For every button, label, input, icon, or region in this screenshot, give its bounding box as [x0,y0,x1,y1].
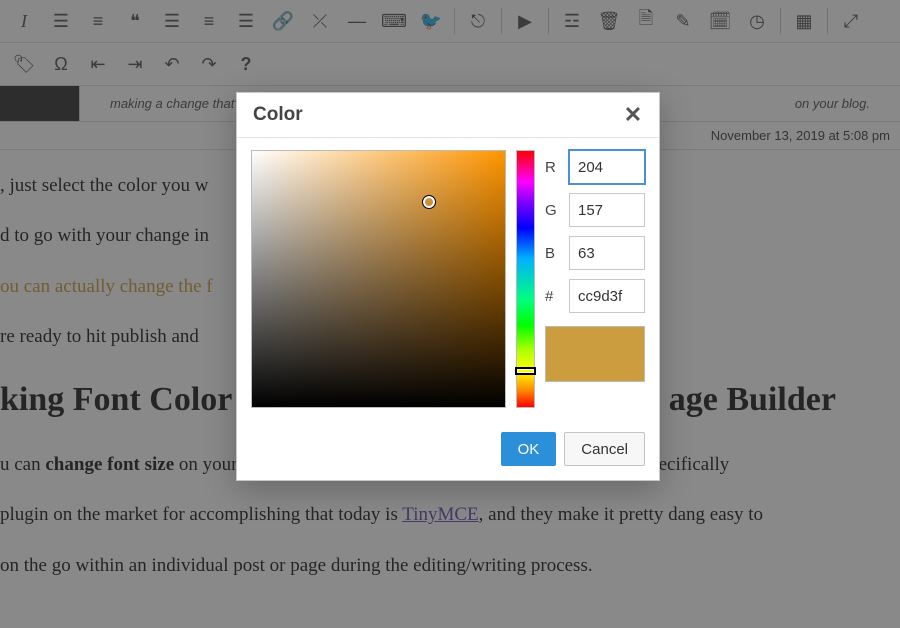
hex-input[interactable] [569,279,645,313]
g-input[interactable] [569,193,645,227]
hue-slider[interactable] [516,150,535,408]
ok-button[interactable]: OK [501,432,557,466]
g-label: G [545,202,561,219]
sv-cursor[interactable] [423,196,435,208]
r-input[interactable] [569,150,645,184]
saturation-value-panel[interactable] [251,150,506,408]
color-dialog: Color ✕ R G B # [236,92,660,481]
dialog-footer: OK Cancel [237,422,659,480]
cancel-button[interactable]: Cancel [564,432,645,466]
g-field: G [545,193,645,227]
hex-label: # [545,288,561,305]
hue-cursor[interactable] [515,367,536,375]
b-field: B [545,236,645,270]
b-label: B [545,245,561,262]
b-input[interactable] [569,236,645,270]
close-icon[interactable]: ✕ [621,103,645,127]
color-swatch [545,326,645,382]
dialog-header[interactable]: Color ✕ [237,93,659,138]
r-field: R [545,150,645,184]
hex-field: # [545,279,645,313]
color-inputs: R G B # [545,150,645,408]
dialog-body: R G B # [237,138,659,422]
r-label: R [545,159,561,176]
dialog-title: Color [253,104,303,126]
